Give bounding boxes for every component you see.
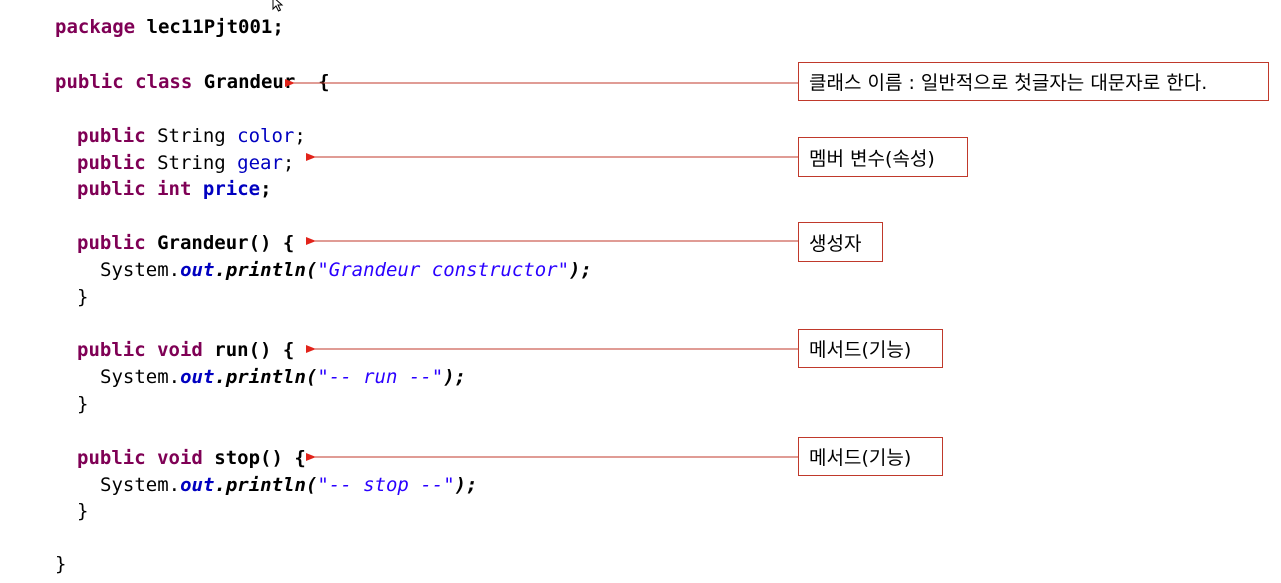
system-class: System. (100, 366, 181, 388)
public-keyword: public (77, 125, 146, 147)
system-class: System. (100, 474, 181, 496)
class-name: Grandeur (203, 71, 296, 93)
class-open-brace: { (318, 71, 330, 93)
class-declaration-line: public class Grandeur { (55, 71, 330, 93)
package-line: package lec11Pjt001; (55, 16, 284, 38)
callout-member-vars: 멤버 변수(속성) (798, 137, 968, 177)
public-keyword: public (55, 71, 124, 93)
string-literal: "-- stop --" (317, 474, 455, 496)
out-field: out (180, 366, 215, 388)
field-price-line: public int price; (77, 178, 272, 200)
close-brace: } (77, 286, 89, 308)
public-keyword: public (77, 232, 146, 254)
run-close-line: } (77, 393, 88, 415)
println-call: .println( (214, 259, 318, 281)
statement-end: ); (569, 259, 592, 281)
package-name: lec11Pjt001; (135, 16, 284, 38)
out-field: out (180, 259, 215, 281)
public-keyword: public (77, 178, 146, 200)
callout-method-stop: 메서드(기능) (798, 437, 943, 476)
void-keyword: void (157, 447, 203, 469)
semicolon: ; (294, 125, 306, 147)
class-keyword: class (135, 71, 193, 93)
class-close-line: } (55, 553, 66, 575)
semicolon: ; (282, 152, 295, 174)
constructor-body-line: System.out.println("Grandeur constructor… (100, 259, 592, 281)
public-keyword: public (77, 447, 146, 469)
close-brace: } (77, 393, 89, 415)
system-class: System. (100, 259, 181, 281)
constructor-line: public Grandeur() { (77, 232, 294, 254)
int-keyword: int (157, 178, 192, 200)
string-literal: "-- run --" (317, 366, 444, 388)
void-keyword: void (157, 339, 203, 361)
field-type: String (145, 152, 238, 174)
field-type: String (145, 125, 238, 147)
constructor-close-line: } (77, 286, 88, 308)
close-brace: } (77, 500, 89, 522)
callout-constructor: 생성자 (798, 222, 883, 262)
stop-method-line: public void stop() { (77, 447, 306, 469)
field-name-price: price (202, 178, 261, 200)
field-color-line: public String color; (77, 125, 306, 147)
statement-end: ); (443, 366, 467, 388)
code-editor[interactable]: package lec11Pjt001; public class Grande… (0, 0, 800, 583)
mouse-pointer-icon (272, 0, 284, 12)
public-keyword: public (77, 339, 146, 361)
semicolon: ; (260, 178, 272, 200)
stop-body-line: System.out.println("-- stop --"); (100, 474, 478, 496)
stop-signature: stop() { (202, 447, 306, 469)
public-keyword: public (77, 152, 146, 174)
package-keyword: package (55, 16, 136, 38)
run-body-line: System.out.println("-- run --"); (100, 366, 466, 388)
out-field: out (180, 474, 215, 496)
field-gear-line: public String gear; (77, 152, 294, 174)
class-close-brace: } (55, 553, 67, 575)
string-literal: "Grandeur constructor" (317, 259, 570, 281)
field-name-color: color (237, 125, 295, 147)
run-signature: run() { (202, 339, 295, 361)
constructor-signature: Grandeur() { (145, 232, 295, 254)
statement-end: ); (454, 474, 478, 496)
stop-close-line: } (77, 500, 88, 522)
callout-class-name: 클래스 이름 : 일반적으로 첫글자는 대문자로 한다. (798, 62, 1269, 101)
field-name-gear: gear (237, 152, 283, 174)
println-call: .println( (214, 366, 318, 388)
println-call: .println( (214, 474, 318, 496)
run-method-line: public void run() { (77, 339, 294, 361)
callout-method-run: 메서드(기능) (798, 329, 943, 368)
